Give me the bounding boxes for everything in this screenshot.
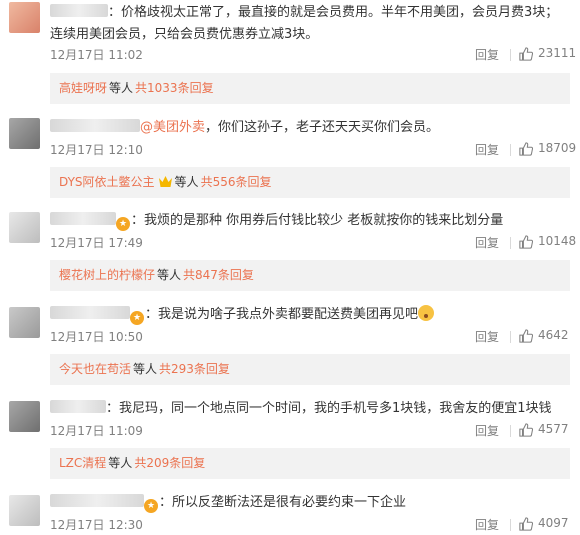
reply-button[interactable]: 回复 [475, 141, 499, 158]
comment-text: ：所以反垄断法还是很有必要约束一下企业 [159, 495, 407, 510]
reply-user-link[interactable]: 高娃呀呀 [59, 81, 107, 95]
user-badge-icon: ★ [116, 217, 130, 231]
user-badge-icon: ★ [130, 311, 144, 325]
avatar[interactable] [9, 2, 40, 33]
username-blurred[interactable] [50, 119, 140, 132]
username-blurred[interactable] [50, 306, 130, 319]
reply-etc: 等人 [133, 362, 158, 376]
like-count: 4577 [538, 422, 569, 436]
username-blurred[interactable] [50, 400, 106, 413]
reply-etc: 等人 [108, 456, 133, 470]
crown-icon [158, 176, 172, 187]
reply-button[interactable]: 回复 [475, 234, 499, 251]
comment-text: ：价格歧视太正常了，最直接的就是会员费用。半年不用美团，会员月费3块；连续用美团… [50, 5, 559, 42]
comment-time: 12月17日 11:02 [50, 48, 143, 62]
thumbs-up-icon[interactable] [519, 517, 533, 531]
avatar[interactable] [9, 307, 40, 338]
comment-time: 12月17日 11:09 [50, 424, 143, 438]
avatar[interactable] [9, 118, 40, 149]
comment-text-block: ★ ：我烦的是那种 你用券后付钱比较少 老板就按你的钱来比划分量 [50, 210, 570, 232]
reply-total-link[interactable]: 共209条回复 [134, 456, 205, 470]
reply-button[interactable]: 回复 [475, 422, 499, 439]
reply-user-link[interactable]: DYS阿依土鳖公主 [59, 175, 155, 189]
comment-text-block: ★ ：我是说为啥子我点外卖都要配送费美团再见吧 [50, 304, 570, 326]
thumbs-up-icon[interactable] [519, 142, 533, 156]
like-count: 4097 [538, 516, 569, 530]
divider [510, 331, 511, 343]
comment-text: ：我烦的是那种 你用券后付钱比较少 老板就按你的钱来比划分量 [131, 213, 504, 228]
reply-total-link[interactable]: 共847条回复 [183, 268, 254, 282]
comment-text-block: ★ ：所以反垄断法还是很有必要约束一下企业 [50, 492, 570, 514]
comment-meta: 12月17日 10:50 回复 4642 [50, 328, 570, 346]
reply-summary[interactable]: 樱花树上的柠檬仔 等人 共847条回复 [50, 260, 570, 291]
thumbs-up-icon[interactable] [519, 423, 533, 437]
avatar[interactable] [9, 212, 40, 243]
username-blurred[interactable] [50, 4, 108, 17]
thumbs-up-icon[interactable] [519, 329, 533, 343]
divider [510, 144, 511, 156]
mention-link[interactable]: @美团外卖 [140, 120, 205, 135]
reply-etc: 等人 [174, 175, 199, 189]
comment-text-block: ：我尼玛，同一个地点同一个时间，我的手机号多1块钱，我舍友的便宜1块钱 [50, 398, 570, 420]
divider [510, 425, 511, 437]
like-count: 18709 [538, 141, 577, 155]
comment-time: 12月17日 17:49 [50, 236, 143, 250]
reply-summary[interactable]: DYS阿依土鳖公主 等人 共556条回复 [50, 167, 570, 198]
user-badge-icon: ★ [144, 499, 158, 513]
comment-meta: 12月17日 12:30 回复 4097 [50, 516, 570, 534]
face-emoji-icon [418, 305, 435, 321]
comment-time: 12月17日 10:50 [50, 330, 143, 344]
avatar[interactable] [9, 495, 40, 526]
comment-time: 12月17日 12:10 [50, 143, 143, 157]
comment-meta: 12月17日 11:09 回复 4577 [50, 422, 570, 440]
comment-meta: 12月17日 12:10 回复 18709 [50, 141, 576, 159]
comment-text: ，你们这孙子，老子还天天买你们会员。 [205, 120, 440, 135]
comment-time: 12月17日 12:30 [50, 518, 143, 532]
reply-button[interactable]: 回复 [475, 46, 499, 63]
reply-etc: 等人 [157, 268, 182, 282]
reply-button[interactable]: 回复 [475, 516, 499, 533]
username-blurred[interactable] [50, 212, 116, 225]
reply-total-link[interactable]: 共556条回复 [201, 175, 272, 189]
comment-text-block: ：价格歧视太正常了，最直接的就是会员费用。半年不用美团，会员月费3块；连续用美团… [50, 2, 570, 46]
divider [510, 237, 511, 249]
comment-meta: 12月17日 11:02 回复 23111 [50, 46, 576, 64]
comment-meta: 12月17日 17:49 回复 10148 [50, 234, 576, 252]
reply-summary[interactable]: 高娃呀呀 等人 共1033条回复 [50, 73, 570, 104]
reply-user-link[interactable]: 樱花树上的柠檬仔 [59, 268, 155, 282]
comment-text-block: @美团外卖，你们这孙子，老子还天天买你们会员。 [50, 117, 570, 139]
reply-user-link[interactable]: 今天也在苟活 [59, 362, 131, 376]
comment-text: ：我尼玛，同一个地点同一个时间，我的手机号多1块钱，我舍友的便宜1块钱 [106, 401, 552, 416]
reply-total-link[interactable]: 共1033条回复 [135, 81, 214, 95]
like-count: 4642 [538, 328, 569, 342]
like-count: 10148 [538, 234, 577, 248]
reply-summary[interactable]: LZC清程 等人 共209条回复 [50, 448, 570, 479]
reply-user-link[interactable]: LZC清程 [59, 456, 106, 470]
reply-button[interactable]: 回复 [475, 328, 499, 345]
like-count: 23111 [538, 46, 577, 60]
comment-text: ：我是说为啥子我点外卖都要配送费美团再见吧 [145, 307, 419, 322]
divider [510, 519, 511, 531]
thumbs-up-icon[interactable] [519, 47, 533, 61]
divider [510, 49, 511, 61]
username-blurred[interactable] [50, 494, 144, 507]
reply-summary[interactable]: 今天也在苟活 等人 共293条回复 [50, 354, 570, 385]
thumbs-up-icon[interactable] [519, 235, 533, 249]
avatar[interactable] [9, 401, 40, 432]
reply-etc: 等人 [109, 81, 134, 95]
reply-total-link[interactable]: 共293条回复 [159, 362, 230, 376]
